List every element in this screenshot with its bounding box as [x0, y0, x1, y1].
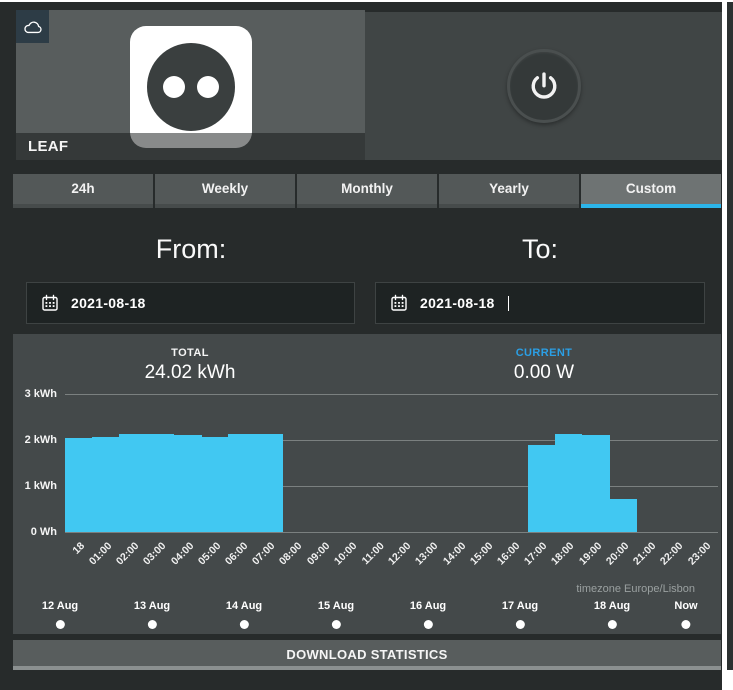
total-value: 24.02 kWh [13, 362, 367, 384]
power-panel [365, 12, 722, 160]
bar [255, 434, 283, 532]
tab-24h[interactable]: 24h [13, 174, 153, 208]
bar [174, 435, 202, 532]
from-heading: From: [26, 234, 356, 265]
tab-custom[interactable]: Custom [581, 174, 721, 208]
timezone-note: timezone Europe/Lisbon [576, 583, 695, 595]
current-value: 0.00 W [367, 362, 721, 384]
day-item-16-aug[interactable]: 16 Aug [410, 600, 446, 629]
total-label: TOTAL [13, 347, 367, 359]
bar [228, 434, 256, 532]
bar [528, 445, 556, 532]
bar [65, 438, 93, 532]
day-selector: 12 Aug 13 Aug 14 Aug 15 Aug 16 Aug 17 Au… [13, 600, 721, 634]
bar [582, 435, 610, 532]
day-item-17-aug[interactable]: 17 Aug [502, 600, 538, 629]
y-axis-label: 1 kWh [7, 480, 57, 492]
day-item-15-aug[interactable]: 15 Aug [318, 600, 354, 629]
text-caret [508, 296, 509, 311]
y-axis-label: 3 kWh [7, 388, 57, 400]
day-dot[interactable] [55, 620, 64, 629]
day-item-12-aug[interactable]: 12 Aug [42, 600, 78, 629]
bar [609, 499, 637, 532]
day-dot[interactable] [239, 620, 248, 629]
power-icon [527, 69, 561, 103]
device-image [130, 26, 252, 148]
scrollbar[interactable] [727, 2, 733, 670]
gridline [65, 394, 718, 395]
cloud-status-button[interactable] [16, 10, 49, 43]
tab-monthly[interactable]: Monthly [297, 174, 437, 208]
day-dot[interactable] [681, 620, 690, 629]
y-axis-label: 2 kWh [7, 434, 57, 446]
calendar-icon [41, 294, 59, 312]
bar [92, 437, 120, 532]
current-label: CURRENT [367, 347, 721, 359]
period-tab-bar: 24h Weekly Monthly Yearly Custom [13, 174, 721, 208]
tab-yearly[interactable]: Yearly [439, 174, 579, 208]
app-window: LEAF 24h Weekly Monthly Yearly Custom Fr… [0, 2, 722, 690]
gridline [65, 532, 718, 533]
from-date-value: 2021-08-18 [71, 295, 146, 311]
to-date-value: 2021-08-18 [420, 295, 495, 311]
day-dot[interactable] [607, 620, 616, 629]
power-button[interactable] [507, 49, 581, 123]
total-stat: TOTAL 24.02 kWh [13, 347, 367, 384]
day-dot[interactable] [147, 620, 156, 629]
device-name: LEAF [28, 138, 68, 155]
download-statistics-button[interactable]: DOWNLOAD STATISTICS [13, 640, 721, 670]
chart-panel: TOTAL 24.02 kWh CURRENT 0.00 W 3 kWh2 kW… [13, 334, 721, 634]
bar [201, 437, 229, 532]
bar [147, 434, 175, 532]
day-dot[interactable] [515, 620, 524, 629]
to-date-input[interactable]: 2021-08-18 [375, 282, 705, 324]
current-stat: CURRENT 0.00 W [367, 347, 721, 384]
calendar-icon [390, 294, 408, 312]
y-axis-label: 0 Wh [7, 526, 57, 538]
day-item-13-aug[interactable]: 13 Aug [134, 600, 170, 629]
socket-icon [147, 43, 235, 131]
device-header: LEAF [16, 10, 365, 160]
to-heading: To: [375, 234, 705, 265]
day-dot[interactable] [423, 620, 432, 629]
tab-weekly[interactable]: Weekly [155, 174, 295, 208]
day-dot[interactable] [331, 620, 340, 629]
bar [555, 434, 583, 532]
from-date-input[interactable]: 2021-08-18 [26, 282, 355, 324]
day-item-now[interactable]: Now [674, 600, 697, 629]
day-item-18-aug[interactable]: 18 Aug [594, 600, 630, 629]
bar [119, 434, 147, 532]
plot-area: 3 kWh2 kWh1 kWh0 Wh1801:0002:0003:0004:0… [65, 394, 718, 532]
day-item-14-aug[interactable]: 14 Aug [226, 600, 262, 629]
device-name-bar: LEAF [16, 133, 365, 160]
cloud-icon [23, 19, 43, 35]
